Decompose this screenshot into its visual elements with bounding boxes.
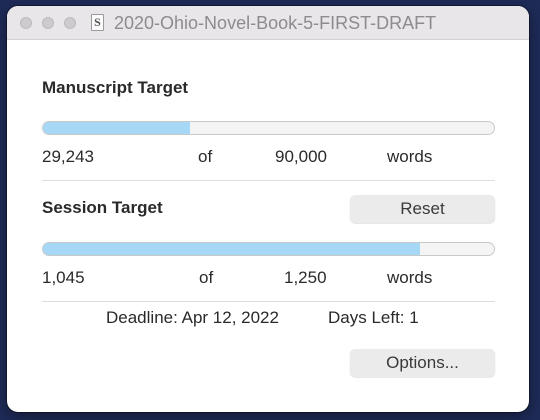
manuscript-progress-fill <box>43 122 190 134</box>
manuscript-target-count: 90,000 <box>275 147 327 166</box>
session-of-label: of <box>199 268 214 287</box>
manuscript-current-count: 29,243 <box>42 147 94 166</box>
reset-button[interactable]: Reset <box>350 195 495 223</box>
section-divider <box>42 180 495 181</box>
minimize-window-button[interactable] <box>42 17 54 29</box>
project-targets-window: S 2020-Ohio-Novel-Book-5-FIRST-DRAFT Man… <box>7 6 529 412</box>
manuscript-unit-label: words <box>387 147 433 166</box>
session-target-heading: Session Target <box>42 198 163 217</box>
session-unit-label: words <box>387 268 433 287</box>
section-divider <box>42 301 495 302</box>
session-target-count: 1,250 <box>284 268 327 287</box>
days-left-label: Days Left: 1 <box>328 308 419 327</box>
zoom-window-button[interactable] <box>64 17 76 29</box>
manuscript-of-label: of <box>198 147 213 166</box>
deadline-label: Deadline: Apr 12, 2022 <box>106 308 279 327</box>
manuscript-target-heading: Manuscript Target <box>42 78 189 97</box>
session-current-count: 1,045 <box>42 268 85 287</box>
close-window-button[interactable] <box>20 17 32 29</box>
document-icon[interactable]: S <box>91 14 104 31</box>
manuscript-progress-bar <box>42 121 495 135</box>
window-title: 2020-Ohio-Novel-Book-5-FIRST-DRAFT <box>114 13 437 33</box>
session-progress-fill <box>43 243 421 255</box>
session-progress-bar <box>42 242 495 256</box>
title-bar[interactable]: S 2020-Ohio-Novel-Book-5-FIRST-DRAFT <box>7 6 529 40</box>
options-button[interactable]: Options... <box>350 349 495 377</box>
